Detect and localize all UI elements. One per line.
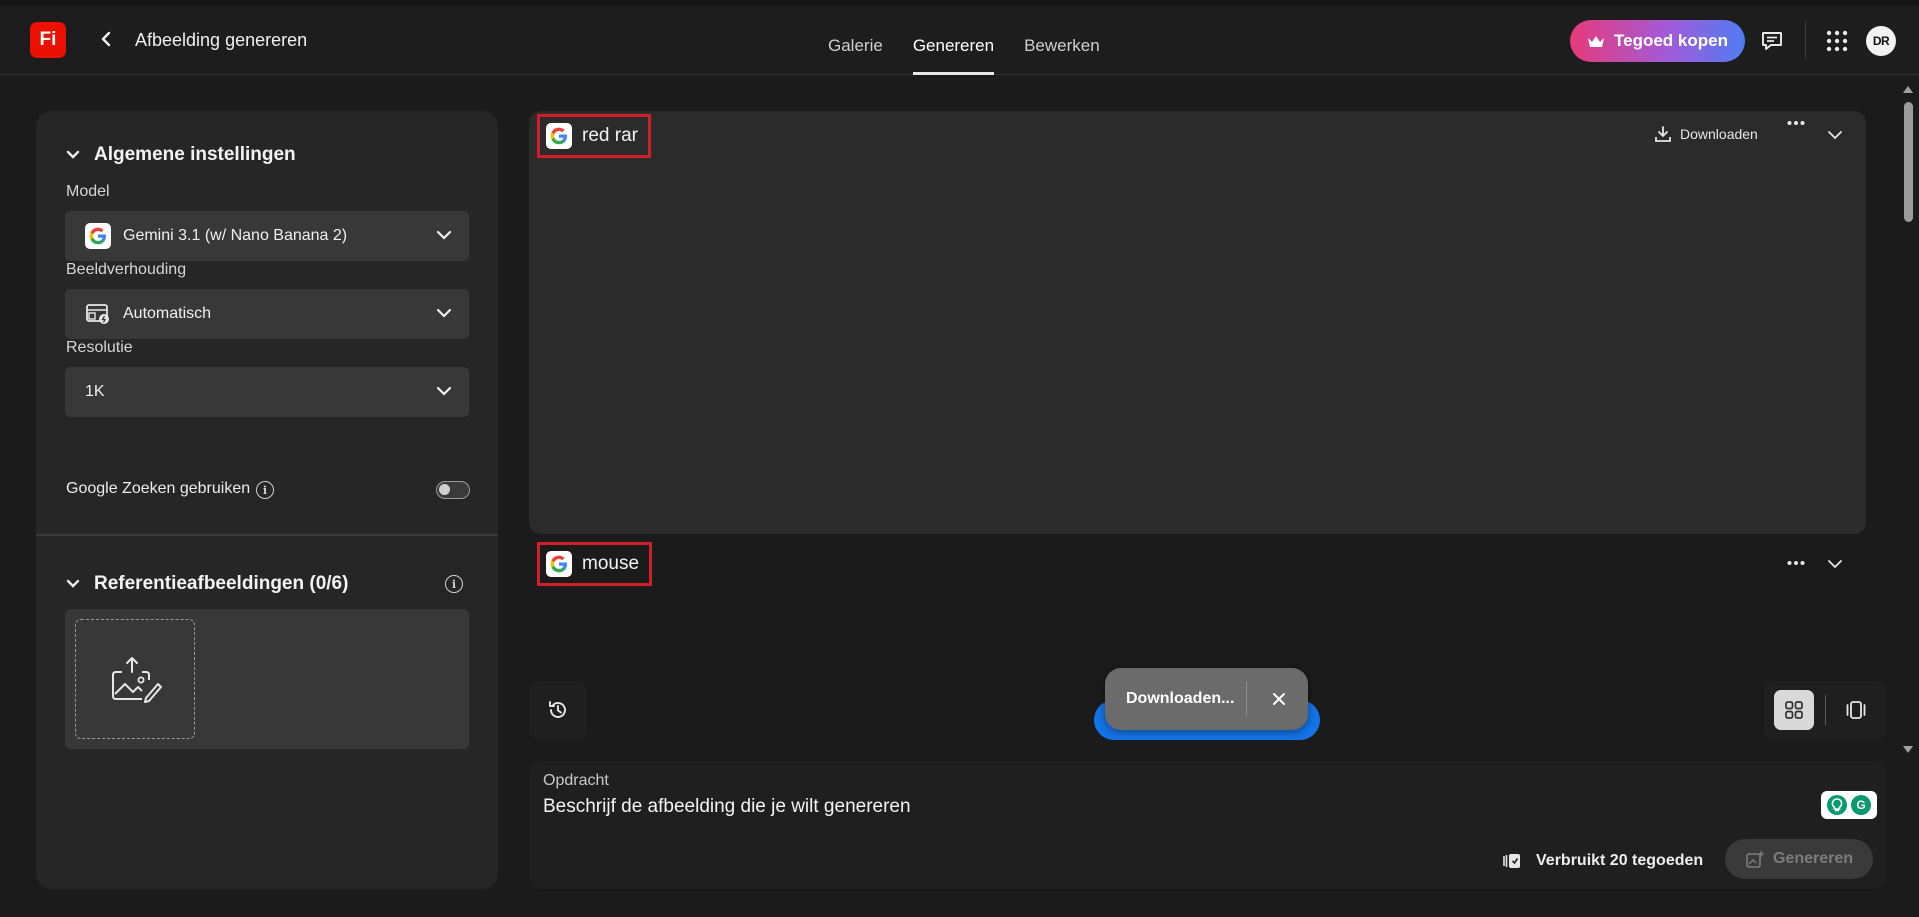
chevron-left-icon — [101, 31, 111, 47]
grammarly-widget[interactable]: G — [1821, 791, 1877, 819]
aspect-ratio-icon — [86, 304, 109, 324]
chevron-down-icon — [1828, 560, 1842, 569]
model-label: Model — [66, 183, 110, 200]
credits-icon — [1503, 854, 1520, 868]
buy-credits-button[interactable]: Tegoed kopen — [1570, 20, 1745, 62]
back-button[interactable] — [94, 27, 118, 51]
grammarly-icon: G — [1851, 795, 1871, 815]
toast-close-button[interactable] — [1268, 688, 1290, 710]
feedback-button[interactable] — [1757, 26, 1787, 56]
scroll-down-icon[interactable] — [1903, 746, 1913, 753]
tab-genereren[interactable]: Genereren — [912, 0, 995, 75]
user-avatar[interactable]: DR — [1866, 26, 1896, 56]
download-label: Downloaden — [1680, 126, 1758, 142]
history-icon — [549, 701, 566, 718]
carousel-icon — [1846, 701, 1866, 719]
chevron-down-icon — [1828, 131, 1842, 140]
generate-label: Genereren — [1772, 850, 1854, 867]
download-toast: Downloaden... — [1105, 668, 1308, 730]
result-prompt-text: mouse — [582, 553, 640, 574]
result-prompt-tag: mouse — [537, 542, 653, 586]
aspect-ratio-value: Automatisch — [123, 305, 212, 322]
panel-divider — [36, 534, 498, 536]
chevron-down-icon — [66, 150, 80, 159]
crown-icon — [1588, 36, 1604, 47]
chevron-down-icon — [436, 230, 452, 240]
carousel-view-button[interactable] — [1836, 690, 1876, 730]
reference-images-header[interactable]: Referentieafbeeldingen (0/6) — [66, 573, 348, 595]
chat-icon — [1762, 32, 1782, 50]
prompt-label: Opdracht — [543, 772, 609, 789]
toast-text: Downloaden... — [1126, 690, 1235, 707]
scroll-thumb[interactable] — [1904, 102, 1913, 222]
view-mode-toggle — [1764, 681, 1886, 739]
model-select[interactable]: Gemini 3.1 (w/ Nano Banana 2) — [65, 211, 469, 261]
collapse-result-button[interactable] — [1827, 130, 1843, 140]
toast-divider — [1246, 682, 1247, 716]
resolution-select[interactable]: 1K — [65, 367, 469, 417]
result-prompt-text: red rar — [582, 125, 638, 146]
apps-button[interactable] — [1822, 26, 1852, 56]
header-divider — [1805, 22, 1806, 58]
page-title: Afbeelding genereren — [135, 30, 308, 50]
top-bar: Fi Afbeelding genereren Galerie Generere… — [0, 0, 1919, 75]
resolution-value: 1K — [85, 383, 105, 400]
prompt-input[interactable]: Beschrijf de afbeelding die je wilt gene… — [543, 796, 911, 818]
main-nav: Galerie Genereren Bewerken — [828, 0, 1100, 75]
google-search-toggle[interactable] — [436, 481, 470, 499]
google-g-icon — [546, 551, 572, 577]
model-value: Gemini 3.1 (w/ Nano Banana 2) — [123, 227, 348, 244]
scroll-up-icon[interactable] — [1903, 86, 1913, 93]
more-horizontal-icon — [1787, 561, 1805, 565]
view-divider — [1825, 695, 1826, 725]
resolution-label: Resolutie — [66, 339, 133, 356]
settings-panel: Algemene instellingen Model Gemini 3.1 (… — [36, 111, 498, 889]
download-button[interactable]: Downloaden — [1654, 125, 1758, 143]
tab-bewerken[interactable]: Bewerken — [1024, 0, 1100, 75]
history-button[interactable] — [529, 681, 587, 739]
image-upload-icon — [112, 657, 162, 703]
grid-icon — [1785, 701, 1803, 719]
google-search-row: Google Zoeken gebruiken i — [66, 477, 470, 503]
info-icon[interactable]: i — [445, 575, 463, 593]
tab-galerie[interactable]: Galerie — [828, 0, 883, 75]
lightbulb-icon — [1827, 795, 1847, 815]
collapse-result-button[interactable] — [1827, 559, 1843, 569]
generate-button[interactable]: Genereren — [1725, 839, 1873, 879]
apps-grid-icon — [1826, 30, 1848, 52]
credits-usage: Verbruikt 20 tegoeden — [1502, 852, 1703, 870]
prompt-box[interactable]: Opdracht Beschrijf de afbeelding die je … — [529, 761, 1886, 889]
result-prompt-tag: red rar — [537, 114, 651, 158]
grid-view-button[interactable] — [1774, 690, 1814, 730]
close-icon — [1273, 693, 1285, 705]
chevron-down-icon — [66, 579, 80, 588]
more-options-button[interactable] — [1787, 560, 1805, 566]
app-logo[interactable]: Fi — [30, 22, 66, 58]
general-settings-title: Algemene instellingen — [94, 144, 296, 165]
google-g-icon — [85, 223, 111, 249]
more-options-button[interactable] — [1787, 120, 1805, 126]
upload-image-button[interactable] — [75, 619, 195, 739]
aspect-ratio-select[interactable]: Automatisch — [65, 289, 469, 339]
result-card: red rar Downloaden — [529, 111, 1866, 534]
info-icon[interactable]: i — [256, 481, 274, 499]
chevron-down-icon — [436, 386, 452, 396]
main-scrollbar[interactable] — [1900, 82, 1917, 758]
credits-usage-text: Verbruikt 20 tegoeden — [1536, 852, 1704, 869]
google-g-icon — [546, 123, 572, 149]
google-search-label: Google Zoeken gebruiken — [66, 480, 251, 497]
reference-upload-area — [65, 609, 469, 749]
download-icon — [1655, 126, 1671, 142]
generate-sparkle-icon — [1746, 850, 1765, 868]
result-actions: Downloaden — [1654, 125, 1758, 143]
more-horizontal-icon — [1787, 121, 1805, 125]
aspect-ratio-label: Beeldverhouding — [66, 261, 187, 278]
chevron-down-icon — [436, 308, 452, 318]
reference-images-title: Referentieafbeeldingen (0/6) — [94, 573, 349, 594]
toggle-knob — [439, 484, 450, 495]
general-settings-header[interactable]: Algemene instellingen — [66, 144, 296, 166]
buy-credits-label: Tegoed kopen — [1614, 31, 1728, 50]
